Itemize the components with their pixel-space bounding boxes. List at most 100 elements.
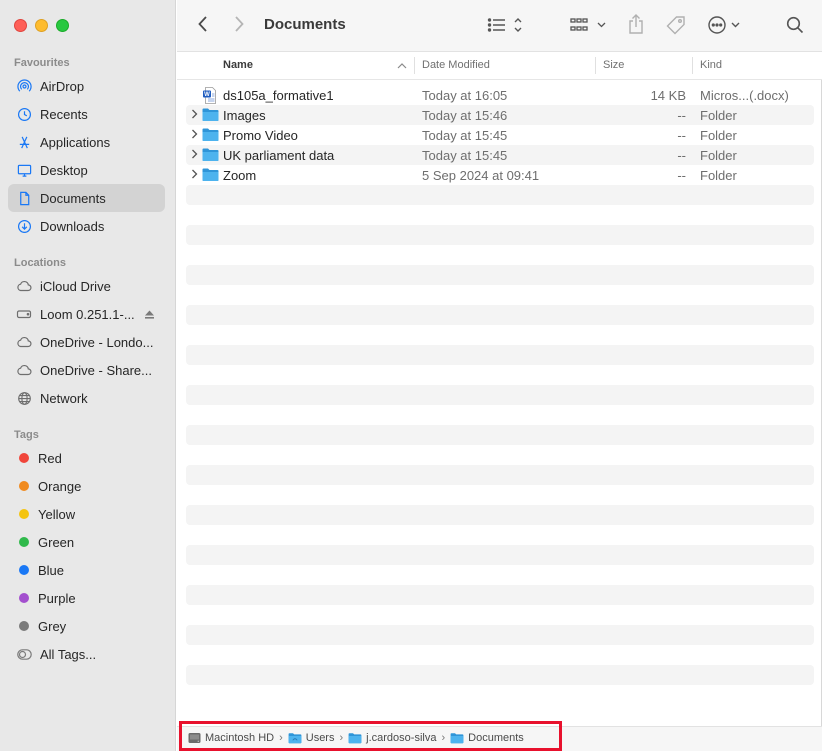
sidebar-item-label: iCloud Drive [40,278,111,294]
folder-icon [202,167,219,185]
chevron-left-icon [198,16,207,32]
sidebar-tag-grey[interactable]: Grey [8,612,165,640]
sidebar-item-documents[interactable]: Documents [8,184,165,212]
column-header-name[interactable]: Name [223,52,253,80]
tag-purple-dot [19,593,29,603]
folder-icon [202,107,219,125]
empty-row [186,485,814,505]
sidebar-item-onedrive-london[interactable]: OneDrive - Londo... [8,328,165,356]
folder-icon [202,127,219,145]
empty-row [186,585,814,605]
sidebar-item-label: Red [38,450,62,466]
file-name: Promo Video [223,128,298,143]
all-tags-icon [16,646,32,662]
sidebar-item-label: Documents [40,190,106,206]
sidebar-all-tags[interactable]: All Tags... [8,640,165,668]
sidebar-item-label: Loom 0.251.1-... [40,306,135,322]
disclosure-triangle-icon[interactable] [191,168,198,183]
sidebar-tag-red[interactable]: Red [8,444,165,472]
column-divider[interactable] [414,57,415,74]
empty-row [186,285,814,305]
sidebar-item-label: Network [40,390,88,406]
disclosure-triangle-icon[interactable] [191,148,198,163]
sidebar-item-label: Applications [40,134,111,150]
file-kind: Folder [700,128,737,143]
empty-row [186,305,814,325]
group-by-button[interactable] [570,16,608,34]
sidebar-item-onedrive-shared[interactable]: OneDrive - Share... [8,356,165,384]
file-date: Today at 15:45 [422,128,508,143]
sidebar-item-label: Downloads [40,218,105,234]
sidebar-item-recents[interactable]: Recents [8,100,165,128]
section-favourites: Favourites [14,57,70,69]
empty-row [186,205,814,225]
view-options-button[interactable] [487,16,525,34]
sidebar-item-label: OneDrive - Londo... [40,334,154,350]
sidebar-tag-yellow[interactable]: Yellow [8,500,165,528]
empty-row [186,365,814,385]
column-divider[interactable] [692,57,693,74]
sidebar-item-downloads[interactable]: Downloads [8,212,165,240]
sidebar-item-label: Desktop [40,162,88,178]
eject-icon[interactable] [144,308,155,323]
column-header-size[interactable]: Size [603,52,624,80]
disclosure-triangle-icon[interactable] [191,128,198,143]
globe-icon [16,390,32,406]
file-size: -- [677,148,686,163]
sidebar-item-airdrop[interactable]: AirDrop [8,72,165,100]
zoom-window-button[interactable] [56,19,69,32]
folder-row[interactable]: Images Today at 15:46 -- Folder [186,105,814,125]
empty-row [186,465,814,485]
share-button[interactable] [627,13,645,35]
share-icon [629,14,643,34]
list-view-icon [487,18,522,32]
file-kind: Folder [700,108,737,123]
empty-row [186,685,814,705]
empty-row [186,545,814,565]
toolbar: Documents [177,0,822,52]
column-divider[interactable] [595,57,596,74]
sidebar-item-applications[interactable]: Applications [8,128,165,156]
sidebar-tag-purple[interactable]: Purple [8,584,165,612]
empty-row [186,325,814,345]
grid-view-icon [570,18,606,31]
word-document-icon: W [202,87,218,107]
empty-row [186,625,814,645]
sidebar-tag-green[interactable]: Green [8,528,165,556]
airdrop-icon [16,78,32,94]
file-kind: Folder [700,168,737,183]
file-kind: Folder [700,148,737,163]
sidebar-item-loom[interactable]: Loom 0.251.1-... [8,300,165,328]
search-button[interactable] [786,16,804,34]
empty-row [186,505,814,525]
file-date: Today at 16:05 [422,88,508,103]
empty-row [186,565,814,585]
disclosure-triangle-icon[interactable] [191,108,198,123]
folder-row[interactable]: UK parliament data Today at 15:45 -- Fol… [186,145,814,165]
empty-row [186,605,814,625]
sidebar-item-desktop[interactable]: Desktop [8,156,165,184]
more-actions-button[interactable] [707,15,743,35]
sidebar-tag-blue[interactable]: Blue [8,556,165,584]
sidebar-tag-orange[interactable]: Orange [8,472,165,500]
sidebar-item-label: Yellow [38,506,76,522]
column-header-kind[interactable]: Kind [700,52,722,80]
empty-row [186,385,814,405]
file-name: ds105a_formative1 [223,88,334,103]
sidebar-item-label: Purple [38,590,76,606]
tag-button[interactable] [666,15,686,35]
sidebar-item-network[interactable]: Network [8,384,165,412]
folder-row[interactable]: Promo Video Today at 15:45 -- Folder [186,125,814,145]
column-header-date[interactable]: Date Modified [422,52,490,80]
folder-row[interactable]: Zoom 5 Sep 2024 at 09:41 -- Folder [186,165,814,185]
close-window-button[interactable] [14,19,27,32]
document-icon [16,190,32,206]
file-date: Today at 15:45 [422,148,508,163]
file-row[interactable]: W ds105a_formative1 Today at 16:05 14 KB… [186,85,814,105]
minimize-window-button[interactable] [35,19,48,32]
sidebar-item-icloud-drive[interactable]: iCloud Drive [8,272,165,300]
file-date: 5 Sep 2024 at 09:41 [422,168,540,183]
back-button[interactable] [197,14,209,34]
file-size: -- [677,168,686,183]
forward-button[interactable] [233,14,245,34]
